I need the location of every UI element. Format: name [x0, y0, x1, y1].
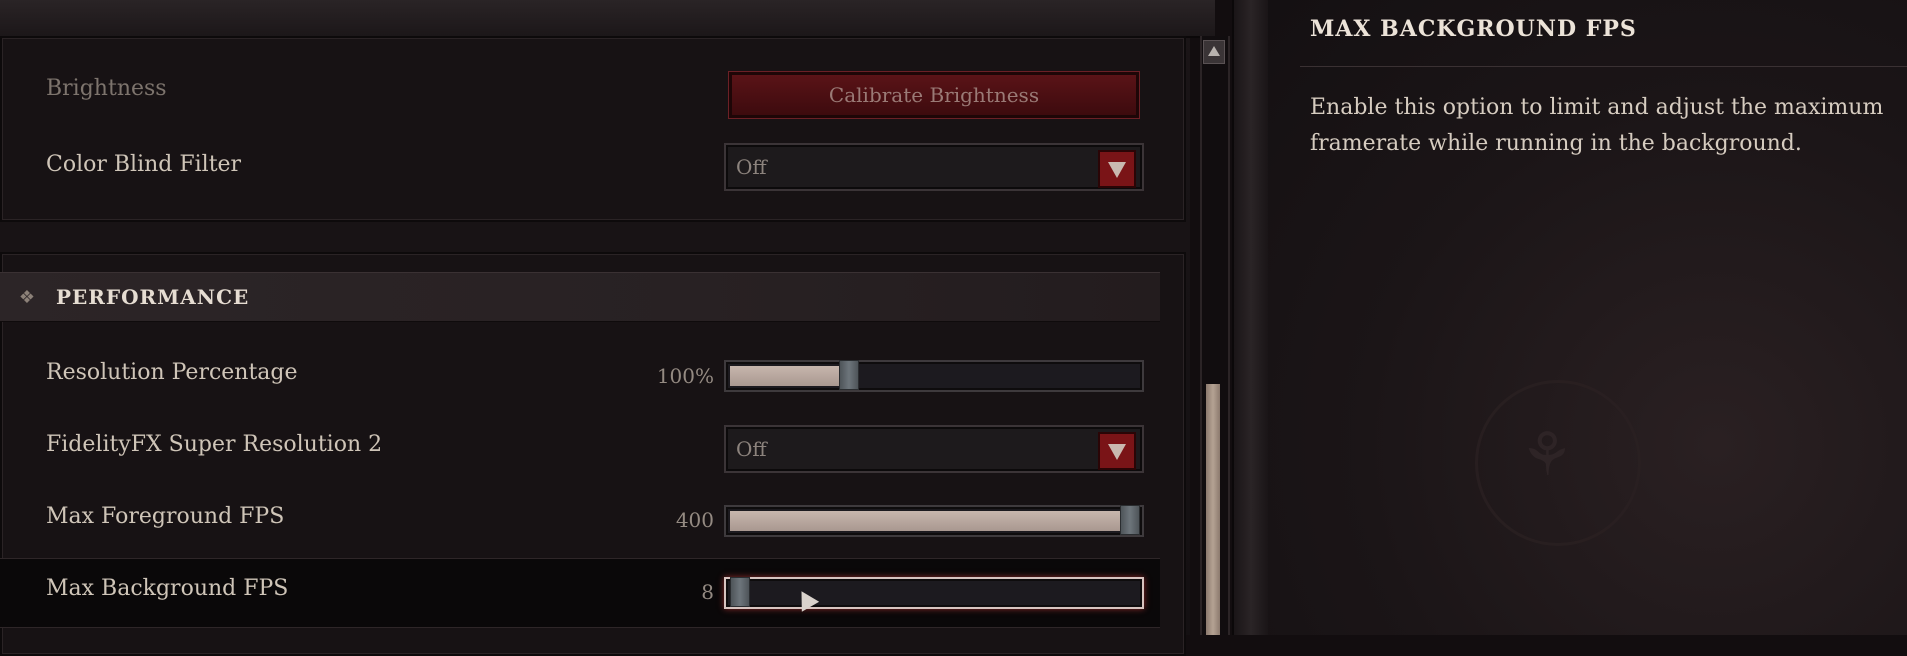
info-panel-divider: [1300, 66, 1907, 67]
resolution-percentage-slider[interactable]: [724, 360, 1144, 392]
top-frame: [0, 0, 1215, 38]
slider-knob[interactable]: [1120, 505, 1140, 535]
emblem-glyph-icon: ⚘: [1520, 420, 1574, 490]
color-blind-filter-label: Color Blind Filter: [46, 152, 242, 177]
slider-fill: [730, 366, 839, 386]
brightness-label: Brightness: [46, 76, 167, 101]
max-foreground-fps-value: 400: [675, 508, 714, 532]
max-background-fps-slider[interactable]: [724, 577, 1144, 609]
scrollbar-thumb[interactable]: [1206, 384, 1220, 635]
performance-section-header: ❖ PERFORMANCE: [0, 272, 1160, 322]
chevron-down-icon[interactable]: [1098, 432, 1136, 470]
fsr2-dropdown[interactable]: Off: [724, 425, 1144, 473]
color-blind-filter-dropdown[interactable]: Off: [724, 143, 1144, 191]
calibrate-brightness-button[interactable]: Calibrate Brightness: [728, 71, 1140, 119]
chevron-down-icon[interactable]: [1098, 150, 1136, 188]
fsr2-value: Off: [736, 437, 767, 461]
color-blind-filter-value: Off: [736, 155, 767, 179]
panel-divider: [1232, 0, 1270, 635]
max-background-fps-label: Max Background FPS: [46, 576, 289, 601]
diamond-cluster-icon: ❖: [18, 287, 36, 308]
info-panel-description: Enable this option to limit and adjust t…: [1310, 95, 1884, 156]
max-foreground-fps-label: Max Foreground FPS: [46, 504, 285, 529]
fsr2-label: FidelityFX Super Resolution 2: [46, 432, 383, 457]
slider-knob[interactable]: [839, 360, 859, 390]
resolution-percentage-label: Resolution Percentage: [46, 360, 298, 385]
resolution-percentage-value: 100%: [656, 364, 714, 388]
info-panel-title: MAX BACKGROUND FPS: [1310, 16, 1637, 42]
max-foreground-fps-slider[interactable]: [724, 505, 1144, 537]
slider-knob[interactable]: [730, 577, 750, 607]
slider-fill: [730, 511, 1120, 531]
display-group: [0, 36, 1186, 222]
performance-section-title: PERFORMANCE: [56, 285, 250, 309]
max-background-fps-value: 8: [701, 580, 714, 604]
arrow-up-icon[interactable]: [1203, 40, 1225, 64]
